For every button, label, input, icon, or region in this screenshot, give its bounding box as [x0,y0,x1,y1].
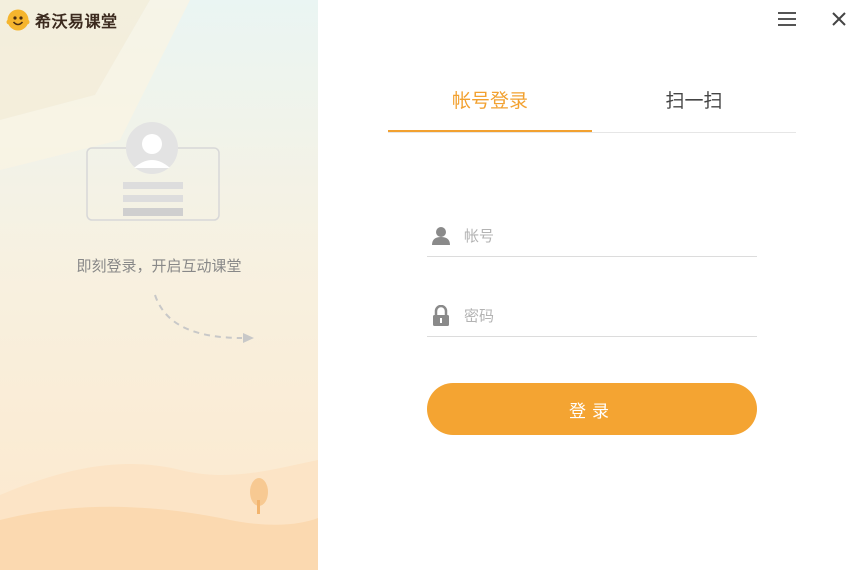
menu-button[interactable] [776,10,798,28]
left-panel: 希沃易课堂 即刻登录，开启互动课堂 [0,0,318,570]
login-button[interactable]: 登录 [427,383,757,435]
dashed-arrow-icon [154,294,254,343]
slogan-text: 即刻登录，开启互动课堂 [76,257,242,275]
password-input[interactable] [462,300,757,332]
lock-icon [430,305,452,327]
password-field [427,296,757,337]
account-field [427,216,757,257]
user-icon [430,225,452,247]
app-title-bar: 希沃易课堂 [6,8,118,32]
close-button[interactable] [828,8,850,30]
account-input[interactable] [462,220,757,252]
tab-scan[interactable]: 扫一扫 [592,80,796,132]
tab-account-login[interactable]: 帐号登录 [388,80,592,132]
id-card-illustration [86,122,220,221]
login-tabs: 帐号登录 扫一扫 [388,80,796,133]
logo-icon [6,9,30,31]
menu-icon [778,12,796,26]
app-title: 希沃易课堂 [35,12,118,31]
close-icon [832,12,846,26]
background-illustration [0,0,318,570]
